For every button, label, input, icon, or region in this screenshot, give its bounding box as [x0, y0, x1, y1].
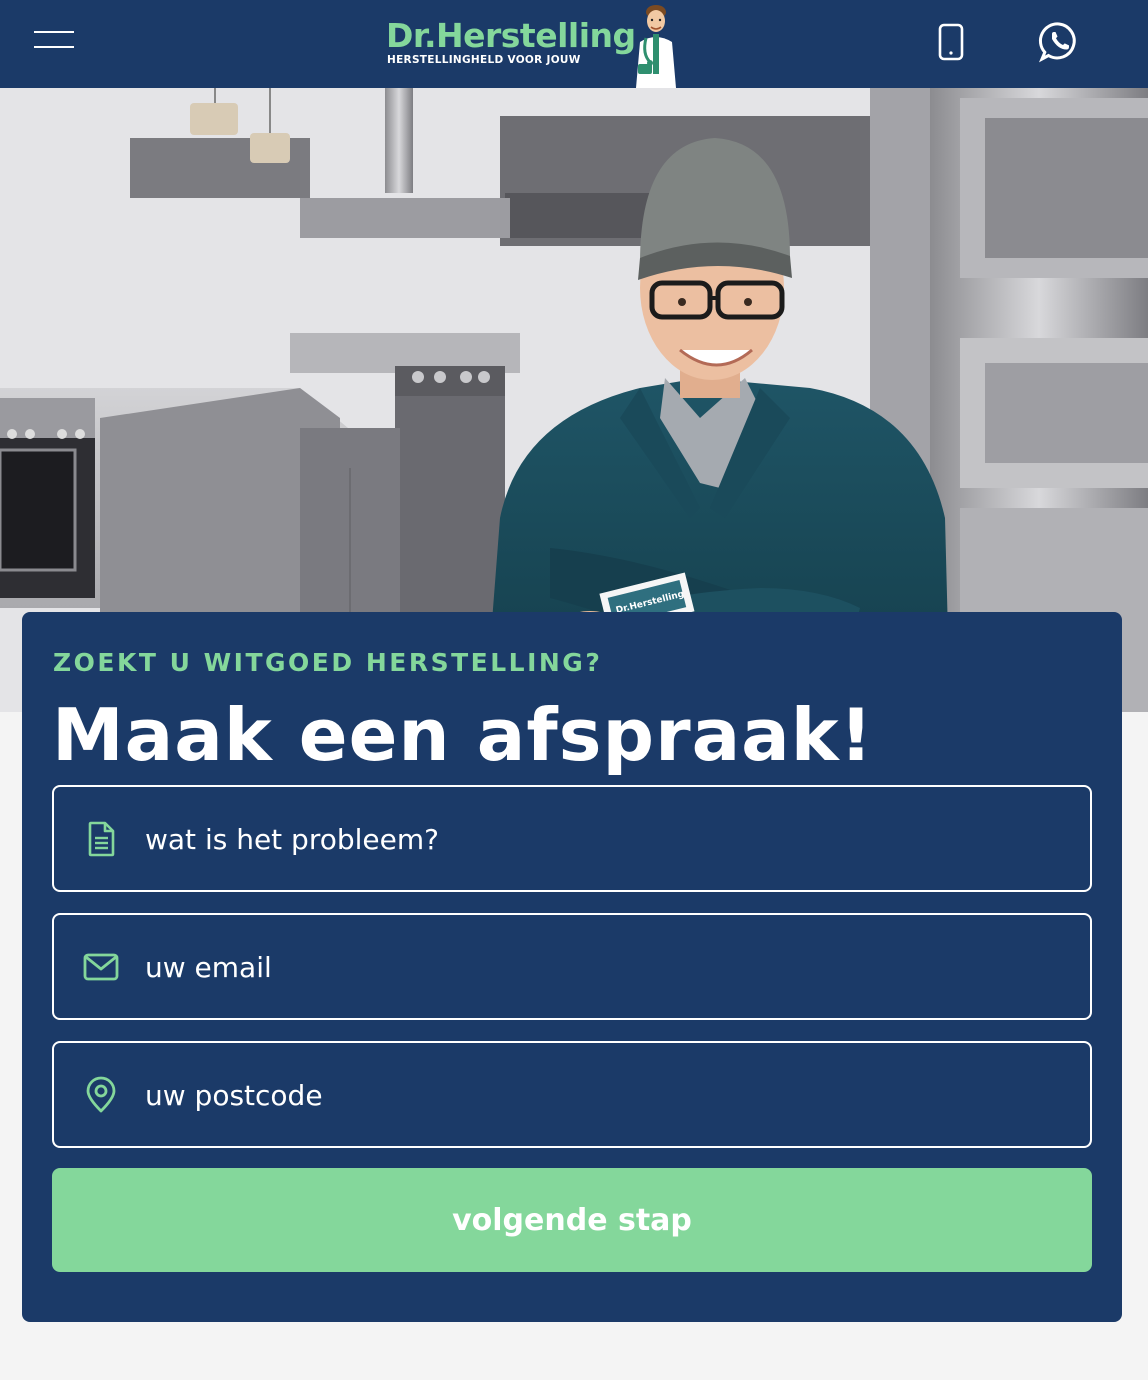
site-header: Dr.Herstelling HERSTELLINGHELD VOOR JOUW [0, 0, 1148, 88]
mail-icon [83, 953, 119, 981]
problem-field[interactable] [52, 785, 1092, 892]
appointment-card: ZOEKT U WITGOED HERSTELLING? Maak een af… [22, 612, 1122, 1322]
whatsapp-button[interactable] [1038, 20, 1080, 64]
form-eyebrow: ZOEKT U WITGOED HERSTELLING? [53, 648, 603, 677]
hamburger-menu-icon[interactable] [34, 31, 74, 49]
email-input[interactable] [145, 939, 1045, 995]
location-pin-icon [86, 1076, 116, 1113]
postcode-input[interactable] [145, 1067, 1045, 1123]
problem-input[interactable] [145, 811, 1045, 867]
mobile-phone-icon [938, 23, 964, 61]
email-field[interactable] [52, 913, 1092, 1020]
document-icon [88, 821, 115, 857]
logo-name: Dr.Herstelling [386, 16, 636, 55]
phone-button[interactable] [934, 22, 968, 62]
menu-line [34, 46, 74, 48]
menu-line [34, 31, 74, 33]
whatsapp-icon [1038, 22, 1076, 63]
next-step-button[interactable]: volgende stap [52, 1168, 1092, 1272]
form-title: Maak een afspraak! [52, 693, 874, 777]
site-logo[interactable]: Dr.Herstelling HERSTELLINGHELD VOOR JOUW [386, 5, 686, 88]
logo-tagline: HERSTELLINGHELD VOOR JOUW [387, 54, 581, 66]
doctor-mascot-icon [636, 5, 676, 88]
postcode-field[interactable] [52, 1041, 1092, 1148]
